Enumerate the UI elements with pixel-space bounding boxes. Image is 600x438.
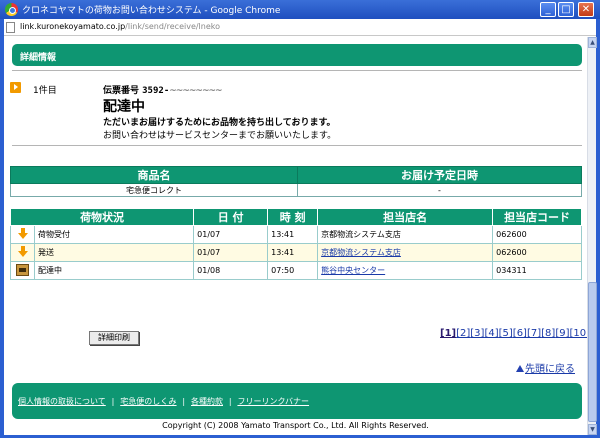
divider-top [12, 70, 582, 71]
up-triangle-icon [516, 365, 524, 372]
tracking-prefix: 伝票番号 [103, 86, 143, 96]
page-link-7[interactable]: [7] [527, 328, 541, 339]
tracking-status-table: 荷物状況 日 付 時 刻 担当店名 担当店コード 荷物受付 01/07 13:4… [9, 208, 582, 280]
header-status: 荷物状況 [9, 208, 195, 226]
row-icon-cell [10, 243, 35, 262]
row-date: 01/07 [193, 225, 269, 244]
footer-link-how-it-works[interactable]: 宅急便のしくみ [120, 397, 176, 406]
page-link-8[interactable]: [8] [541, 328, 555, 339]
product-name: 宅急便コレクト [10, 183, 298, 197]
footer-separator: | [111, 397, 115, 406]
header-product-name: 商品名 [10, 166, 298, 184]
row-code: 062600 [492, 225, 582, 244]
tracking-redacted: ~~~~~~~~ [169, 86, 222, 96]
url-text[interactable]: link.kuronekoyamato.co.jp/link/send/rece… [20, 22, 220, 31]
header-delivery-date: お届け予定日時 [297, 166, 582, 184]
scroll-down-icon[interactable]: ▼ [588, 424, 597, 435]
close-button[interactable]: ✕ [578, 2, 594, 17]
header-store-code: 担当店コード [492, 208, 582, 226]
section-header: 詳細情報 [12, 44, 582, 66]
status-message: ただいまお届けするためにお品物を持ち出しております。 [103, 118, 336, 128]
row-date: 01/08 [193, 261, 269, 280]
page-link-3[interactable]: [3] [470, 328, 484, 339]
tracking-digits: 3592- [142, 86, 170, 96]
row-store: 京都物流システム支店 [317, 243, 494, 262]
down-arrow-icon [17, 228, 28, 239]
orange-arrow-icon [10, 82, 21, 93]
window-titlebar: クロネコヤマトの荷物お問い合わせシステム - Google Chrome _ □… [0, 0, 600, 19]
print-details-button[interactable]: 詳細印刷 [89, 331, 139, 345]
footer-nav: 個人情報の取扱について | 宅急便のしくみ | 各種約款 | フリーリンクバナー [12, 383, 582, 419]
page-link-1[interactable]: [1] [440, 328, 456, 339]
row-code: 062600 [492, 243, 582, 262]
back-to-top-label: 先頭に戻る [525, 364, 575, 375]
maximize-button[interactable]: □ [558, 2, 574, 17]
row-store: 熊谷中央センター [317, 261, 494, 280]
footer-separator: | [182, 397, 186, 406]
page-link-6[interactable]: [6] [513, 328, 527, 339]
row-icon-cell [10, 225, 35, 244]
page-link-2[interactable]: [2] [456, 328, 470, 339]
url-path: /link/send/receive/lneko [125, 22, 221, 31]
row-icon-cell [10, 261, 35, 280]
tracking-number: 伝票番号 3592-~~~~~~~~ [103, 83, 223, 96]
row-time: 13:41 [267, 225, 319, 244]
back-to-top-link[interactable]: 先頭に戻る [516, 360, 575, 375]
footer-link-banner[interactable]: フリーリンクバナー [237, 397, 309, 406]
store-link[interactable]: 京都物流システム支店 [321, 248, 401, 257]
delivery-date: - [297, 183, 582, 197]
footer-link-terms[interactable]: 各種約款 [191, 397, 223, 406]
table-row: 配達中 01/08 07:50 熊谷中央センター 034311 [10, 261, 582, 280]
row-date: 01/07 [193, 243, 269, 262]
footer-link-privacy[interactable]: 個人情報の取扱について [18, 397, 106, 406]
vertical-scrollbar[interactable]: ▲ ▼ [587, 37, 597, 435]
row-time: 07:50 [267, 261, 319, 280]
row-status: 配達中 [33, 261, 195, 280]
down-arrow-icon [17, 246, 28, 257]
page-link-4[interactable]: [4] [484, 328, 498, 339]
row-status: 発送 [33, 243, 195, 262]
table-row: 荷物受付 01/07 13:41 京都物流システム支店 062600 [10, 225, 582, 244]
url-host: link.kuronekoyamato.co.jp [20, 22, 126, 31]
footer-separator: | [228, 397, 232, 406]
divider-middle [12, 145, 582, 146]
row-time: 13:41 [267, 243, 319, 262]
page-content: 詳細情報 1件目 伝票番号 3592-~~~~~~~~ 配達中 ただいまお届けす… [4, 37, 587, 435]
window-title: クロネコヤマトの荷物お問い合わせシステム - Google Chrome [22, 6, 281, 16]
page-link-5[interactable]: [5] [499, 328, 513, 339]
row-code: 034311 [492, 261, 582, 280]
address-bar[interactable]: link.kuronekoyamato.co.jp/link/send/rece… [4, 19, 596, 36]
page-link-10[interactable]: [10] [569, 328, 587, 339]
contact-message: お問い合わせはサービスセンターまでお願いいたします。 [103, 131, 337, 141]
page-icon [6, 22, 15, 33]
store-link[interactable]: 熊谷中央センター [321, 266, 385, 275]
scroll-up-icon[interactable]: ▲ [588, 37, 597, 48]
row-status: 荷物受付 [33, 225, 195, 244]
item-count: 1件目 [33, 86, 57, 96]
delivery-status: 配達中 [103, 99, 145, 115]
pagination: [1][2][3][4][5][6][7][8][9][10] [440, 328, 587, 339]
scroll-thumb[interactable] [588, 282, 597, 422]
section-title: 詳細情報 [20, 53, 57, 63]
product-table: 商品名 お届け予定日時 宅急便コレクト - [10, 166, 582, 197]
minimize-button[interactable]: _ [540, 2, 556, 17]
row-store: 京都物流システム支店 [317, 225, 494, 244]
header-time: 時 刻 [267, 208, 319, 226]
header-date: 日 付 [193, 208, 269, 226]
table-row: 発送 01/07 13:41 京都物流システム支店 062600 [10, 243, 582, 262]
chrome-icon [5, 3, 18, 16]
header-store: 担当店名 [317, 208, 494, 226]
copyright: Copyright (C) 2008 Yamato Transport Co.,… [162, 421, 429, 430]
page-link-9[interactable]: [9] [555, 328, 569, 339]
package-icon [16, 263, 29, 276]
